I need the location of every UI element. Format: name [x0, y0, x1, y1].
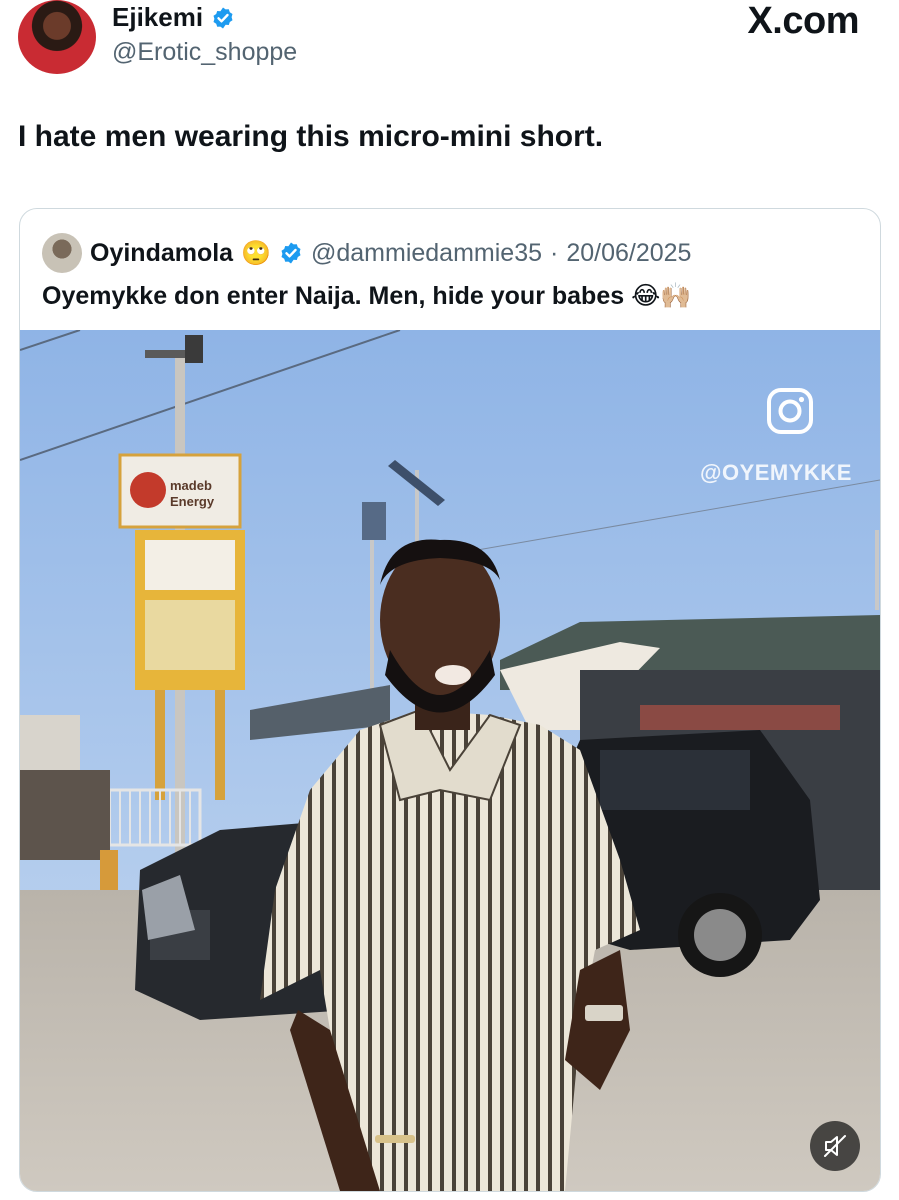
quoted-date[interactable]: 20/06/2025: [566, 239, 691, 268]
quoted-avatar[interactable]: [42, 233, 82, 273]
quoted-video[interactable]: madeb Energy @OYEMYKKE: [20, 330, 880, 1191]
author-name-row[interactable]: Ejikemi: [112, 2, 235, 33]
video-watermark: @OYEMYKKE: [700, 460, 852, 485]
verified-badge-icon: [281, 242, 301, 264]
instagram-icon: [767, 388, 813, 434]
mute-button[interactable]: [810, 1121, 860, 1171]
tweet-header: Ejikemi @Erotic_shoppe X.com: [0, 0, 899, 90]
tweet-text: I hate men wearing this micro-mini short…: [18, 120, 604, 153]
quoted-tweet[interactable]: Oyindamola 🙄 @dammiedammie35 · 20/06/2025…: [19, 208, 881, 1192]
quoted-name-emoji: 🙄: [241, 239, 271, 267]
quoted-separator: ·: [550, 238, 559, 267]
svg-text:Energy: Energy: [170, 494, 215, 509]
author-display-name[interactable]: Ejikemi: [112, 2, 203, 33]
verified-badge-icon: [213, 7, 233, 28]
speaker-muted-icon: [824, 1135, 846, 1157]
quoted-header: Oyindamola 🙄 @dammiedammie35 · 20/06/2025: [42, 233, 691, 273]
quoted-display-name[interactable]: Oyindamola: [90, 239, 233, 268]
brand-logo: X.com: [747, 0, 859, 42]
quoted-handle[interactable]: @dammiedammie35: [311, 239, 542, 268]
author-avatar[interactable]: [18, 0, 96, 74]
quoted-text: Oyemykke don enter Naija. Men, hide your…: [42, 282, 692, 310]
svg-text:madeb: madeb: [170, 478, 212, 493]
author-handle[interactable]: @Erotic_shoppe: [112, 38, 297, 67]
